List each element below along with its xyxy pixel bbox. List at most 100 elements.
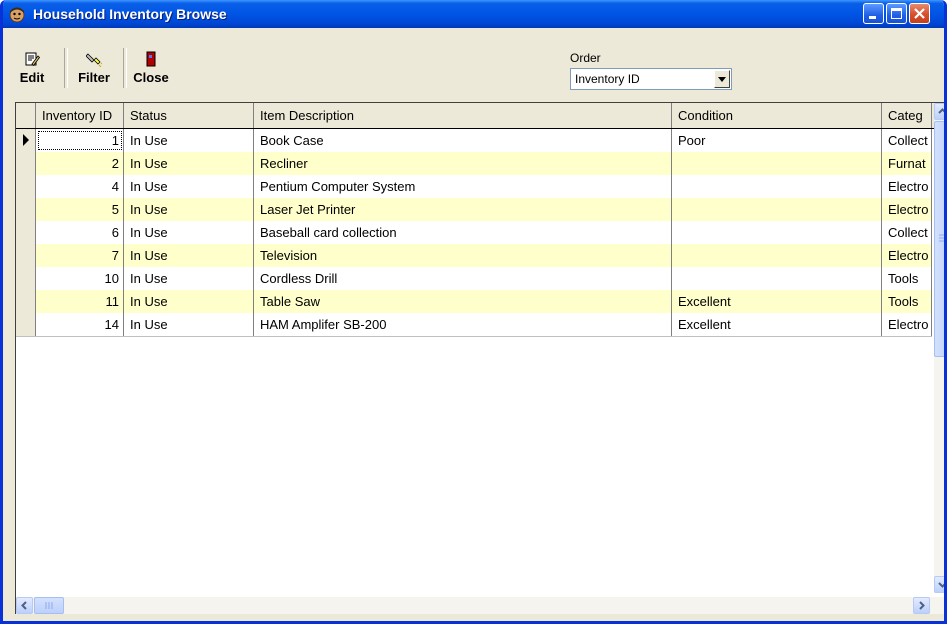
cell-inventory-id[interactable]: 4 bbox=[36, 175, 124, 198]
cell-status[interactable]: In Use bbox=[124, 313, 254, 336]
cell-item-description[interactable]: Recliner bbox=[254, 152, 672, 175]
cell-condition[interactable] bbox=[672, 175, 882, 198]
cell-status[interactable]: In Use bbox=[124, 129, 254, 152]
chevron-right-icon bbox=[919, 601, 925, 610]
scroll-down-button[interactable] bbox=[934, 576, 944, 593]
cell-category[interactable]: Collect bbox=[882, 221, 932, 244]
cell-item-description[interactable]: Pentium Computer System bbox=[254, 175, 672, 198]
flashlight-icon bbox=[86, 53, 102, 67]
column-header-category[interactable]: Categ bbox=[882, 103, 932, 128]
table-row[interactable]: 1 In Use Book Case Poor Collect bbox=[16, 129, 932, 153]
cell-item-description[interactable]: Laser Jet Printer bbox=[254, 198, 672, 221]
cell-inventory-id[interactable]: 10 bbox=[36, 267, 124, 290]
cell-item-description[interactable]: Book Case bbox=[254, 129, 672, 152]
column-header-status[interactable]: Status bbox=[124, 103, 254, 128]
table-row[interactable]: 6 In Use Baseball card collection Collect bbox=[16, 221, 932, 245]
cell-status[interactable]: In Use bbox=[124, 267, 254, 290]
cell-condition[interactable]: Poor bbox=[672, 129, 882, 152]
inventory-browse-window: Household Inventory Browse Edit Filter C… bbox=[0, 0, 947, 624]
edit-label: Edit bbox=[19, 70, 45, 85]
title-bar[interactable]: Household Inventory Browse bbox=[3, 0, 944, 28]
chevron-up-icon bbox=[938, 108, 944, 114]
close-button[interactable]: Close bbox=[127, 49, 175, 87]
cell-condition[interactable]: Excellent bbox=[672, 313, 882, 336]
cell-category[interactable]: Electro bbox=[882, 198, 932, 221]
order-select[interactable]: Inventory ID bbox=[570, 68, 732, 90]
row-selector[interactable] bbox=[16, 290, 36, 313]
cell-condition[interactable] bbox=[672, 152, 882, 175]
cell-item-description[interactable]: Table Saw bbox=[254, 290, 672, 313]
window-title: Household Inventory Browse bbox=[33, 6, 227, 22]
table-row[interactable]: 10 In Use Cordless Drill Tools bbox=[16, 267, 932, 291]
row-selector[interactable] bbox=[16, 198, 36, 221]
table-row[interactable]: 4 In Use Pentium Computer System Electro bbox=[16, 175, 932, 199]
horizontal-scrollbar[interactable] bbox=[16, 597, 944, 614]
maximize-icon bbox=[891, 8, 902, 19]
cell-category[interactable]: Electro bbox=[882, 244, 932, 267]
row-selector[interactable] bbox=[16, 267, 36, 290]
row-selector[interactable] bbox=[16, 175, 36, 198]
column-header-item-description[interactable]: Item Description bbox=[254, 103, 672, 128]
cell-item-description[interactable]: Baseball card collection bbox=[254, 221, 672, 244]
cell-status[interactable]: In Use bbox=[124, 175, 254, 198]
toolbar: Edit Filter Close Order Inventory ID bbox=[3, 28, 944, 102]
inventory-grid[interactable]: Inventory ID Status Item Description Con… bbox=[15, 102, 944, 614]
vertical-scrollbar[interactable] bbox=[934, 103, 944, 593]
cell-inventory-id[interactable]: 6 bbox=[36, 221, 124, 244]
cell-inventory-id[interactable]: 1 bbox=[36, 129, 124, 152]
cell-condition[interactable]: Excellent bbox=[672, 290, 882, 313]
row-selector[interactable] bbox=[16, 152, 36, 175]
chevron-left-icon bbox=[21, 601, 27, 610]
cell-status[interactable]: In Use bbox=[124, 290, 254, 313]
cell-condition[interactable] bbox=[672, 221, 882, 244]
dropdown-arrow-button[interactable] bbox=[714, 70, 730, 88]
filter-button[interactable]: Filter bbox=[69, 49, 119, 87]
cell-category[interactable]: Electro bbox=[882, 313, 932, 336]
vertical-scroll-thumb[interactable] bbox=[934, 121, 944, 357]
cell-category[interactable]: Electro bbox=[882, 175, 932, 198]
cell-status[interactable]: In Use bbox=[124, 152, 254, 175]
toolbar-divider bbox=[64, 48, 68, 88]
cell-condition[interactable] bbox=[672, 198, 882, 221]
cell-inventory-id[interactable]: 2 bbox=[36, 152, 124, 175]
table-row[interactable]: 11 In Use Table Saw Excellent Tools bbox=[16, 290, 932, 314]
cell-status[interactable]: In Use bbox=[124, 221, 254, 244]
cell-category[interactable]: Collect bbox=[882, 129, 932, 152]
scroll-left-button[interactable] bbox=[16, 597, 33, 614]
cell-item-description[interactable]: Television bbox=[254, 244, 672, 267]
edit-button[interactable]: Edit bbox=[12, 49, 52, 87]
cell-item-description[interactable]: HAM Amplifer SB-200 bbox=[254, 313, 672, 336]
scroll-up-button[interactable] bbox=[934, 103, 944, 120]
cell-status[interactable]: In Use bbox=[124, 198, 254, 221]
cell-category[interactable]: Furnat bbox=[882, 152, 932, 175]
chevron-down-icon bbox=[938, 582, 944, 588]
cell-inventory-id[interactable]: 11 bbox=[36, 290, 124, 313]
cell-item-description[interactable]: Cordless Drill bbox=[254, 267, 672, 290]
chevron-down-icon bbox=[718, 77, 726, 82]
cell-category[interactable]: Tools bbox=[882, 267, 932, 290]
table-row[interactable]: 7 In Use Television Electro bbox=[16, 244, 932, 268]
table-row[interactable]: 2 In Use Recliner Furnat bbox=[16, 152, 932, 176]
minimize-button[interactable] bbox=[863, 3, 884, 24]
cell-inventory-id[interactable]: 5 bbox=[36, 198, 124, 221]
row-selector[interactable] bbox=[16, 221, 36, 244]
close-window-button[interactable] bbox=[909, 3, 930, 24]
row-selector[interactable] bbox=[16, 313, 36, 336]
horizontal-scroll-thumb[interactable] bbox=[34, 597, 64, 614]
cell-inventory-id[interactable]: 7 bbox=[36, 244, 124, 267]
row-selector[interactable] bbox=[16, 129, 36, 152]
cell-inventory-id[interactable]: 14 bbox=[36, 313, 124, 336]
cell-condition[interactable] bbox=[672, 244, 882, 267]
column-header-inventory-id[interactable]: Inventory ID bbox=[36, 103, 124, 128]
column-header-condition[interactable]: Condition bbox=[672, 103, 882, 128]
row-selector[interactable] bbox=[16, 244, 36, 267]
cell-status[interactable]: In Use bbox=[124, 244, 254, 267]
cell-category[interactable]: Tools bbox=[882, 290, 932, 313]
maximize-button[interactable] bbox=[886, 3, 907, 24]
cell-condition[interactable] bbox=[672, 267, 882, 290]
table-row[interactable]: 5 In Use Laser Jet Printer Electro bbox=[16, 198, 932, 222]
filter-label: Filter bbox=[78, 70, 110, 85]
table-row[interactable]: 14 In Use HAM Amplifer SB-200 Excellent Elec… bbox=[16, 313, 932, 337]
scroll-right-button[interactable] bbox=[913, 597, 930, 614]
order-selected-value: Inventory ID bbox=[575, 72, 640, 86]
